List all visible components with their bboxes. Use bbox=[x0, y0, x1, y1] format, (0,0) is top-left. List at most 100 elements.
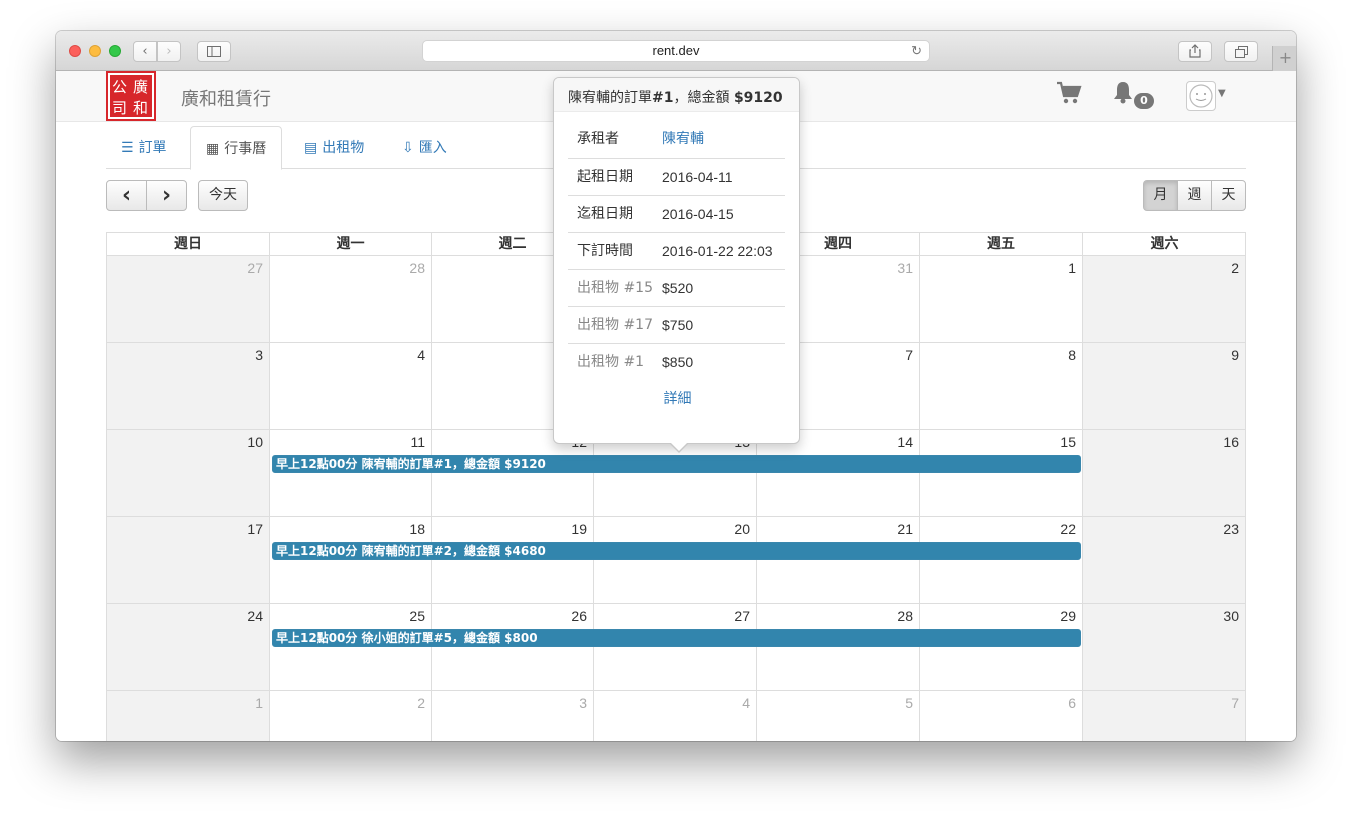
day-number[interactable]: 18 bbox=[409, 521, 425, 537]
tab-import[interactable]: ⇩ 匯入 bbox=[387, 126, 462, 169]
address-bar[interactable]: rent.dev ↻ bbox=[422, 40, 930, 62]
today-button[interactable]: 今天 bbox=[198, 180, 248, 211]
tab-calendar[interactable]: ▦ 行事曆 bbox=[190, 126, 283, 170]
calendar-day-cell[interactable]: 25 bbox=[270, 604, 432, 691]
day-number[interactable]: 4 bbox=[417, 347, 425, 363]
details-link[interactable]: 詳細 bbox=[554, 388, 801, 408]
calendar-day-cell[interactable]: 17 bbox=[107, 517, 270, 604]
zoom-window-button[interactable] bbox=[109, 45, 121, 57]
day-number[interactable]: 1 bbox=[255, 695, 263, 711]
day-number[interactable]: 23 bbox=[1223, 521, 1239, 537]
cart-icon[interactable] bbox=[1056, 81, 1082, 111]
day-number[interactable]: 3 bbox=[255, 347, 263, 363]
calendar-day-cell[interactable]: 20 bbox=[594, 517, 757, 604]
day-number[interactable]: 10 bbox=[247, 434, 263, 450]
calendar-event[interactable]: 早上12點00分 陳宥輔的訂單#1，總金額 $9120 bbox=[272, 455, 1081, 473]
calendar-day-cell[interactable]: 27 bbox=[107, 256, 270, 343]
day-number[interactable]: 9 bbox=[1231, 347, 1239, 363]
tab-orders[interactable]: ☰ 訂單 bbox=[106, 126, 182, 169]
calendar-day-cell[interactable]: 30 bbox=[1083, 604, 1246, 691]
day-number[interactable]: 3 bbox=[579, 695, 587, 711]
reload-icon[interactable]: ↻ bbox=[911, 41, 922, 61]
day-number[interactable]: 16 bbox=[1223, 434, 1239, 450]
calendar-day-cell[interactable]: 2 bbox=[270, 691, 432, 741]
user-avatar[interactable] bbox=[1186, 81, 1216, 111]
tabs-overview-button[interactable] bbox=[1224, 41, 1258, 62]
calendar-day-cell[interactable]: 7 bbox=[1083, 691, 1246, 741]
day-number[interactable]: 5 bbox=[905, 695, 913, 711]
day-number[interactable]: 2 bbox=[1231, 260, 1239, 276]
calendar-day-cell[interactable]: 26 bbox=[432, 604, 594, 691]
bell-icon[interactable] bbox=[1112, 80, 1134, 110]
calendar-day-cell[interactable]: 10 bbox=[107, 430, 270, 517]
day-number[interactable]: 7 bbox=[1231, 695, 1239, 711]
calendar-day-cell[interactable]: 21 bbox=[757, 517, 920, 604]
sidebar-toggle-button[interactable] bbox=[197, 41, 231, 62]
day-number[interactable]: 21 bbox=[897, 521, 913, 537]
day-number[interactable]: 22 bbox=[1060, 521, 1076, 537]
day-number[interactable]: 4 bbox=[742, 695, 750, 711]
forward-button[interactable]: › bbox=[157, 41, 181, 62]
day-number[interactable]: 24 bbox=[247, 608, 263, 624]
day-number[interactable]: 27 bbox=[247, 260, 263, 276]
day-number[interactable]: 20 bbox=[734, 521, 750, 537]
calendar-day-cell[interactable]: 24 bbox=[107, 604, 270, 691]
day-number[interactable]: 29 bbox=[1060, 608, 1076, 624]
back-button[interactable]: ‹ bbox=[133, 41, 157, 62]
day-number[interactable]: 2 bbox=[417, 695, 425, 711]
month-view-button[interactable]: 月 bbox=[1143, 180, 1178, 211]
calendar-day-cell[interactable]: 11 bbox=[270, 430, 432, 517]
brand-name[interactable]: 廣和租賃行 bbox=[181, 85, 271, 111]
calendar-day-cell[interactable]: 1 bbox=[107, 691, 270, 741]
next-month-button[interactable]: › bbox=[146, 180, 187, 211]
calendar-day-cell[interactable]: 28 bbox=[270, 256, 432, 343]
day-number[interactable]: 25 bbox=[409, 608, 425, 624]
share-button[interactable] bbox=[1178, 41, 1212, 62]
calendar-day-cell[interactable]: 2 bbox=[1083, 256, 1246, 343]
day-number[interactable]: 28 bbox=[897, 608, 913, 624]
day-number[interactable]: 26 bbox=[571, 608, 587, 624]
calendar-day-cell[interactable]: 19 bbox=[432, 517, 594, 604]
day-number[interactable]: 31 bbox=[897, 260, 913, 276]
calendar-day-cell[interactable]: 15 bbox=[920, 430, 1083, 517]
day-number[interactable]: 30 bbox=[1223, 608, 1239, 624]
calendar-day-cell[interactable]: 22 bbox=[920, 517, 1083, 604]
calendar-day-cell[interactable]: 28 bbox=[757, 604, 920, 691]
calendar-event[interactable]: 早上12點00分 徐小姐的訂單#5，總金額 $800 bbox=[272, 629, 1081, 647]
day-number[interactable]: 15 bbox=[1060, 434, 1076, 450]
day-number[interactable]: 17 bbox=[247, 521, 263, 537]
day-number[interactable]: 6 bbox=[1068, 695, 1076, 711]
week-view-button[interactable]: 週 bbox=[1177, 180, 1212, 211]
day-view-button[interactable]: 天 bbox=[1211, 180, 1246, 211]
day-number[interactable]: 27 bbox=[734, 608, 750, 624]
calendar-day-cell[interactable]: 18 bbox=[270, 517, 432, 604]
calendar-day-cell[interactable]: 9 bbox=[1083, 343, 1246, 430]
calendar-day-cell[interactable]: 4 bbox=[594, 691, 757, 741]
company-logo[interactable]: 公 廣 司 和 bbox=[106, 71, 156, 121]
day-number[interactable]: 1 bbox=[1068, 260, 1076, 276]
tab-rentals[interactable]: ▤ 出租物 bbox=[289, 126, 379, 169]
day-number[interactable]: 14 bbox=[897, 434, 913, 450]
day-number[interactable]: 7 bbox=[905, 347, 913, 363]
calendar-day-cell[interactable]: 29 bbox=[920, 604, 1083, 691]
calendar-day-cell[interactable]: 27 bbox=[594, 604, 757, 691]
day-number[interactable]: 19 bbox=[571, 521, 587, 537]
new-tab-button[interactable]: + bbox=[1272, 46, 1296, 71]
calendar-event[interactable]: 早上12點00分 陳宥輔的訂單#2，總金額 $4680 bbox=[272, 542, 1081, 560]
calendar-day-cell[interactable]: 6 bbox=[920, 691, 1083, 741]
minimize-window-button[interactable] bbox=[89, 45, 101, 57]
calendar-day-cell[interactable]: 3 bbox=[432, 691, 594, 741]
prev-month-button[interactable]: ‹ bbox=[106, 180, 147, 211]
calendar-day-cell[interactable]: 5 bbox=[757, 691, 920, 741]
day-number[interactable]: 28 bbox=[409, 260, 425, 276]
calendar-day-cell[interactable]: 3 bbox=[107, 343, 270, 430]
close-window-button[interactable] bbox=[69, 45, 81, 57]
calendar-day-cell[interactable]: 1 bbox=[920, 256, 1083, 343]
day-number[interactable]: 11 bbox=[410, 434, 425, 450]
calendar-day-cell[interactable]: 23 bbox=[1083, 517, 1246, 604]
calendar-day-cell[interactable]: 16 bbox=[1083, 430, 1246, 517]
calendar-day-cell[interactable]: 4 bbox=[270, 343, 432, 430]
calendar-day-cell[interactable]: 8 bbox=[920, 343, 1083, 430]
day-number[interactable]: 8 bbox=[1068, 347, 1076, 363]
renter-link[interactable]: 陳宥輔 bbox=[662, 121, 704, 157]
